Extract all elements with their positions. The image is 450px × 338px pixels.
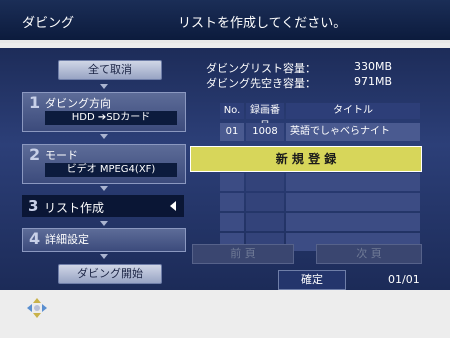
down-arrow-icon	[100, 221, 108, 226]
cell-empty	[246, 213, 284, 231]
down-arrow-icon	[100, 84, 108, 89]
down-arrow-icon	[100, 254, 108, 259]
step-list-creation[interactable]: 3 リスト作成	[22, 195, 184, 217]
step-number: 3	[28, 197, 39, 215]
table-row[interactable]	[190, 213, 420, 231]
cell-empty	[246, 173, 284, 191]
step-number: 4	[29, 229, 41, 248]
step-value: HDD ➔SDカード	[45, 111, 177, 125]
instruction-text: リストを作成してください。	[178, 16, 347, 31]
down-arrow-icon	[100, 134, 108, 139]
list-capacity-label: ダビングリスト容量：	[206, 62, 316, 75]
step-dubbing-direction[interactable]: 1 ダビング方向 HDD ➔SDカード	[22, 92, 186, 132]
step-detail-settings[interactable]: 4 詳細設定	[22, 228, 186, 252]
free-capacity-label: ダビング先空き容量：	[206, 77, 316, 90]
cell-empty	[220, 213, 244, 231]
col-header-title: タイトル	[286, 103, 420, 119]
current-step-marker-icon	[170, 201, 176, 211]
cell-no: 01	[220, 123, 244, 141]
next-page-button[interactable]: 次 頁	[316, 244, 422, 264]
table-row[interactable]	[190, 173, 420, 191]
page-title: ダビング	[22, 16, 75, 31]
page-indicator: 01/01	[388, 273, 420, 286]
header-bar: ダビング リストを作成してください。	[0, 0, 450, 43]
screen: ダビング リストを作成してください。 全て取消 1 ダビング方向 HDD ➔SD…	[0, 0, 450, 338]
dpad-icon	[26, 297, 48, 319]
confirm-button[interactable]: 確定	[278, 270, 346, 290]
step-label: 詳細設定	[45, 233, 89, 246]
cell-empty	[246, 193, 284, 211]
col-header-rec-number: 録画番号	[246, 103, 284, 132]
free-capacity: ダビング先空き容量： 971MB	[206, 75, 392, 91]
table-row[interactable]	[190, 193, 420, 211]
step-label: リスト作成	[44, 201, 105, 215]
cell-empty	[286, 193, 420, 211]
col-header-no: No.	[220, 103, 244, 119]
free-capacity-value: 971MB	[354, 75, 393, 88]
list-capacity-value: 330MB	[354, 60, 393, 73]
step-label: モード	[45, 149, 78, 162]
step-number: 1	[29, 93, 41, 112]
step-mode[interactable]: 2 モード ビデオ MPEG4(XF)	[22, 144, 186, 184]
new-register-button[interactable]: 新 規 登 録	[190, 146, 422, 172]
cell-empty	[286, 173, 420, 191]
down-arrow-icon	[100, 186, 108, 191]
cell-empty	[220, 193, 244, 211]
step-label: ダビング方向	[45, 97, 111, 110]
cell-rec-number: 1008	[246, 123, 284, 141]
table-row[interactable]: 01 1008 英語でしゃべらナイト	[190, 123, 420, 141]
cell-empty	[220, 173, 244, 191]
list-capacity: ダビングリスト容量： 330MB	[206, 60, 392, 76]
main-panel: 全て取消 1 ダビング方向 HDD ➔SDカード 2 モード ビデオ MPEG4…	[0, 48, 450, 290]
step-number: 2	[29, 145, 41, 164]
prev-page-button[interactable]: 前 頁	[192, 244, 294, 264]
cell-empty	[286, 213, 420, 231]
cancel-all-button[interactable]: 全て取消	[58, 60, 162, 80]
cell-title: 英語でしゃべらナイト	[286, 123, 420, 141]
step-value: ビデオ MPEG4(XF)	[45, 163, 177, 177]
start-dubbing-button[interactable]: ダビング開始	[58, 264, 162, 284]
